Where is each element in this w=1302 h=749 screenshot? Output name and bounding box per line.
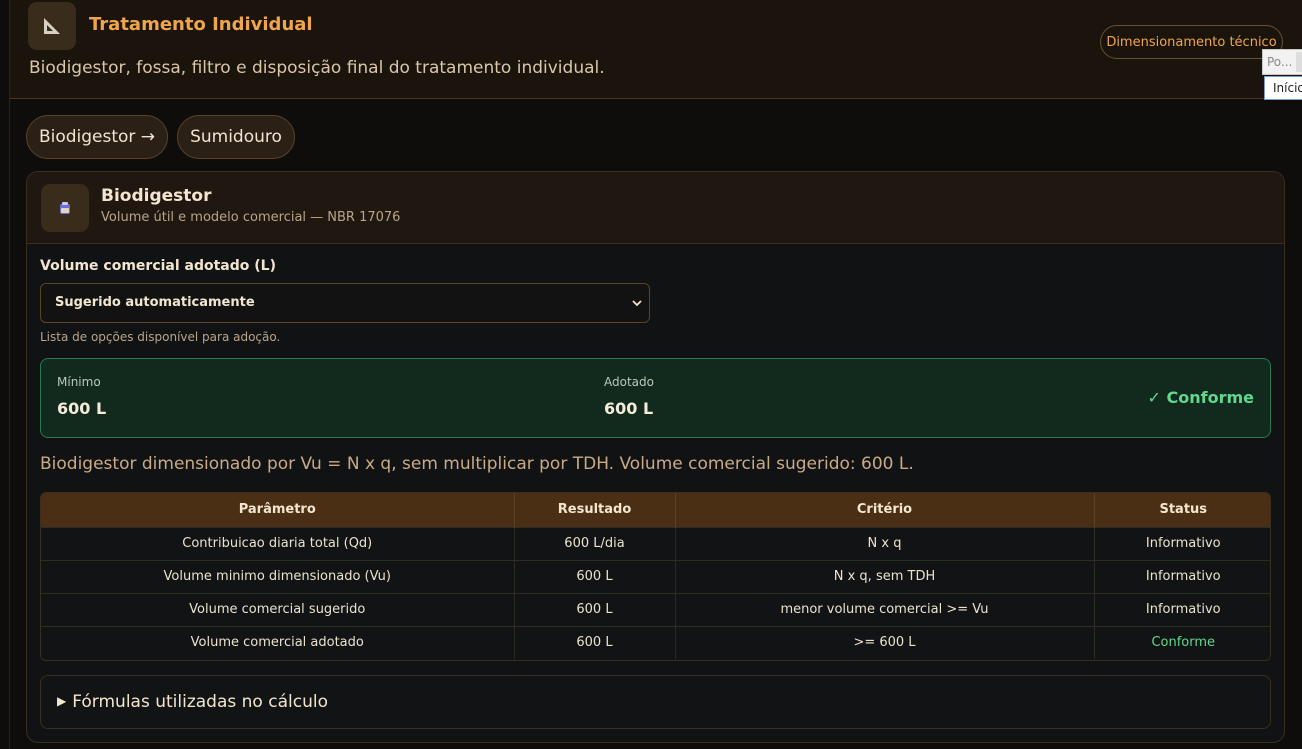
table-cell: Volume comercial adotado (41, 625, 515, 659)
column-header-criterion: Critério (675, 493, 1095, 527)
table-cell: Informativo (1094, 559, 1270, 593)
table-cell: Informativo (1094, 526, 1270, 560)
results-table: Parâmetro Resultado Critério Status Cont… (40, 492, 1271, 661)
tab-biodigestor[interactable]: Biodigestor → (26, 115, 168, 159)
page-header: Tratamento Individual Biodigestor, fossa… (10, 0, 1302, 99)
min-value: 600 L (57, 399, 107, 418)
table-row: Volume comercial sugerido 600 L menor vo… (41, 592, 1270, 626)
table-cell: N x q, sem TDH (675, 559, 1095, 593)
volume-hint: Lista de opções disponível para adoção. (40, 330, 281, 344)
card-title: Biodigestor (101, 186, 212, 206)
adopted-value: 600 L (604, 399, 654, 418)
column-header-result: Resultado (514, 493, 676, 527)
table-cell: >= 600 L (675, 625, 1095, 659)
card-header: Biodigestor Volume útil e modelo comerci… (27, 172, 1284, 244)
table-cell: Informativo (1094, 592, 1270, 626)
page-title: Tratamento Individual (89, 14, 313, 35)
popup-search-input[interactable]: Po... (1262, 49, 1302, 75)
table-cell: 600 L/dia (514, 526, 676, 560)
table-cell: N x q (675, 526, 1095, 560)
sizing-note: Biodigestor dimensionado por Vu = N x q,… (40, 454, 914, 474)
table-header-row: Parâmetro Resultado Critério Status (41, 493, 1270, 527)
table-cell: 600 L (514, 559, 676, 593)
card-subtitle: Volume útil e modelo comercial — NBR 170… (101, 210, 401, 225)
disclosure-triangle-icon: ▶ (57, 694, 67, 708)
volume-select[interactable]: Sugerido automaticamente (40, 283, 650, 323)
formulas-disclosure[interactable]: ▶ Fórmulas utilizadas no cálculo (40, 675, 1271, 729)
table-cell-status-ok: Conforme (1094, 625, 1270, 659)
table-cell: Volume comercial sugerido (41, 592, 515, 626)
summary-box: Mínimo 600 L Adotado 600 L ✓ Conforme (40, 358, 1271, 438)
volume-field-label: Volume comercial adotado (L) (40, 258, 276, 274)
table-row: Volume minimo dimensionado (Vu) 600 L N … (41, 559, 1270, 593)
table-cell: 600 L (514, 592, 676, 626)
popup-home-button[interactable]: Início (1264, 76, 1302, 100)
table-cell: Volume minimo dimensionado (Vu) (41, 559, 515, 593)
column-header-status: Status (1094, 493, 1270, 527)
column-header-parameter: Parâmetro (41, 493, 515, 527)
table-row: Volume comercial adotado 600 L >= 600 L … (41, 625, 1270, 659)
status-badge: ✓ Conforme (1147, 388, 1254, 407)
popup-search-text: Po... (1267, 55, 1293, 69)
set-square-icon (28, 2, 76, 50)
tab-sumidouro[interactable]: Sumidouro (177, 115, 295, 159)
chevron-down-icon (632, 300, 642, 307)
popup-input-edge (1296, 52, 1302, 72)
page-subtitle: Biodigestor, fossa, filtro e disposição … (29, 58, 605, 78)
biodigestor-card: Biodigestor Volume útil e modelo comerci… (26, 171, 1285, 743)
table-cell: 600 L (514, 625, 676, 659)
formulas-label: Fórmulas utilizadas no cálculo (72, 692, 328, 712)
tank-icon (41, 184, 89, 232)
page-edge-rule (9, 0, 10, 749)
adopted-label: Adotado (604, 375, 654, 389)
min-label: Mínimo (57, 375, 101, 389)
table-row: Contribuicao diaria total (Qd) 600 L/dia… (41, 526, 1270, 560)
table-cell: menor volume comercial >= Vu (675, 592, 1095, 626)
volume-select-value: Sugerido automaticamente (55, 295, 255, 310)
technical-sizing-button[interactable]: Dimensionamento técnico (1100, 25, 1283, 59)
table-cell: Contribuicao diaria total (Qd) (41, 526, 515, 560)
